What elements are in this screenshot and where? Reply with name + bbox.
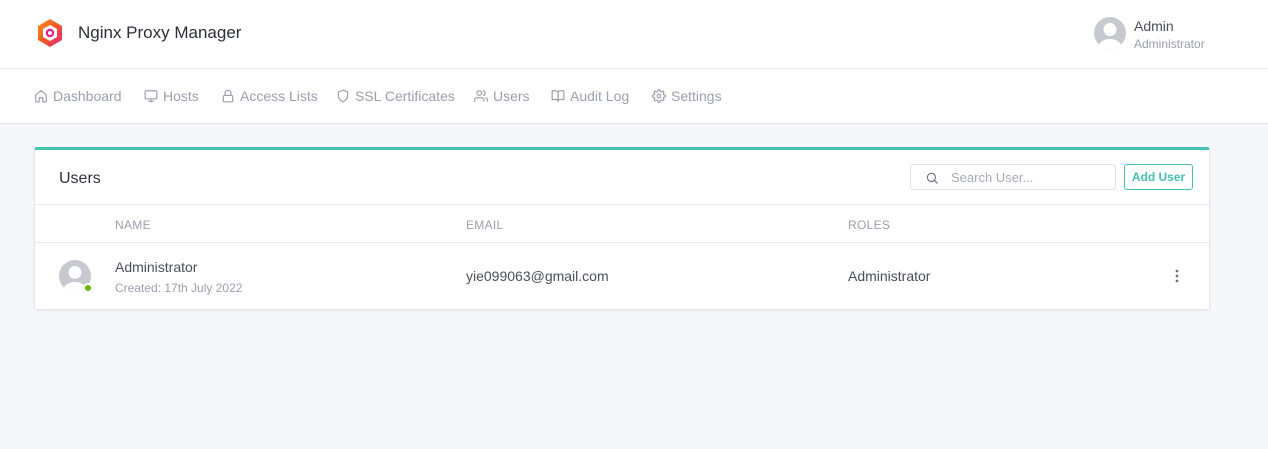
- nav-item-users[interactable]: Users: [474, 88, 530, 104]
- add-user-button[interactable]: Add User: [1124, 164, 1193, 190]
- brand[interactable]: Nginx Proxy Manager: [36, 18, 241, 48]
- user-avatar-icon: [1094, 17, 1126, 49]
- user-row-roles: Administrator: [848, 268, 931, 284]
- nav-label: Hosts: [163, 88, 199, 104]
- home-icon: [35, 90, 47, 103]
- gear-icon: [652, 89, 666, 103]
- user-menu[interactable]: Admin Administrator: [1094, 17, 1205, 50]
- users-card: Users Add User NAME EMAIL ROLES Administ…: [34, 147, 1210, 310]
- nav-label: Users: [493, 88, 530, 104]
- users-icon: [474, 90, 488, 102]
- online-status-icon: [83, 283, 93, 293]
- search-box: [910, 164, 1116, 190]
- table-header: NAME EMAIL ROLES: [35, 204, 1209, 243]
- top-header: Nginx Proxy Manager Admin Administrator: [0, 0, 1268, 69]
- nav-item-ssl-certificates[interactable]: SSL Certificates: [336, 88, 455, 104]
- nav-label: Access Lists: [240, 88, 318, 104]
- nav-item-access-lists[interactable]: Access Lists: [221, 88, 318, 104]
- app-title: Nginx Proxy Manager: [78, 23, 242, 42]
- nav-label: SSL Certificates: [355, 88, 455, 104]
- column-header-name: NAME: [115, 218, 151, 232]
- main-nav: Dashboard Hosts Access Lists SSL Certifi…: [0, 69, 1268, 124]
- nav-item-settings[interactable]: Settings: [652, 88, 722, 104]
- monitor-icon: [144, 90, 158, 102]
- nav-label: Dashboard: [53, 88, 122, 104]
- nav-item-dashboard[interactable]: Dashboard: [34, 88, 122, 104]
- column-header-email: EMAIL: [466, 218, 504, 232]
- card-title: Users: [59, 170, 101, 187]
- nav-label: Audit Log: [570, 88, 630, 104]
- nav-item-hosts[interactable]: Hosts: [144, 88, 199, 104]
- search-input[interactable]: [951, 168, 1111, 186]
- user-name: Admin: [1134, 18, 1174, 34]
- book-icon: [551, 90, 565, 102]
- user-row-email: yie099063@gmail.com: [466, 268, 609, 284]
- shield-icon: [337, 89, 349, 103]
- search-icon: [926, 172, 938, 184]
- column-header-roles: ROLES: [848, 218, 891, 232]
- table-row: Administrator Created: 17th July 2022 yi…: [35, 243, 1209, 309]
- user-row-name: Administrator: [115, 259, 198, 275]
- nav-item-audit-log[interactable]: Audit Log: [551, 88, 629, 104]
- user-row-created: Created: 17th July 2022: [115, 281, 243, 295]
- hexagon-logo-icon: [38, 19, 62, 47]
- user-role: Administrator: [1134, 37, 1205, 51]
- lock-icon: [222, 89, 234, 103]
- nav-label: Settings: [671, 88, 722, 104]
- more-options-icon[interactable]: [1171, 268, 1183, 284]
